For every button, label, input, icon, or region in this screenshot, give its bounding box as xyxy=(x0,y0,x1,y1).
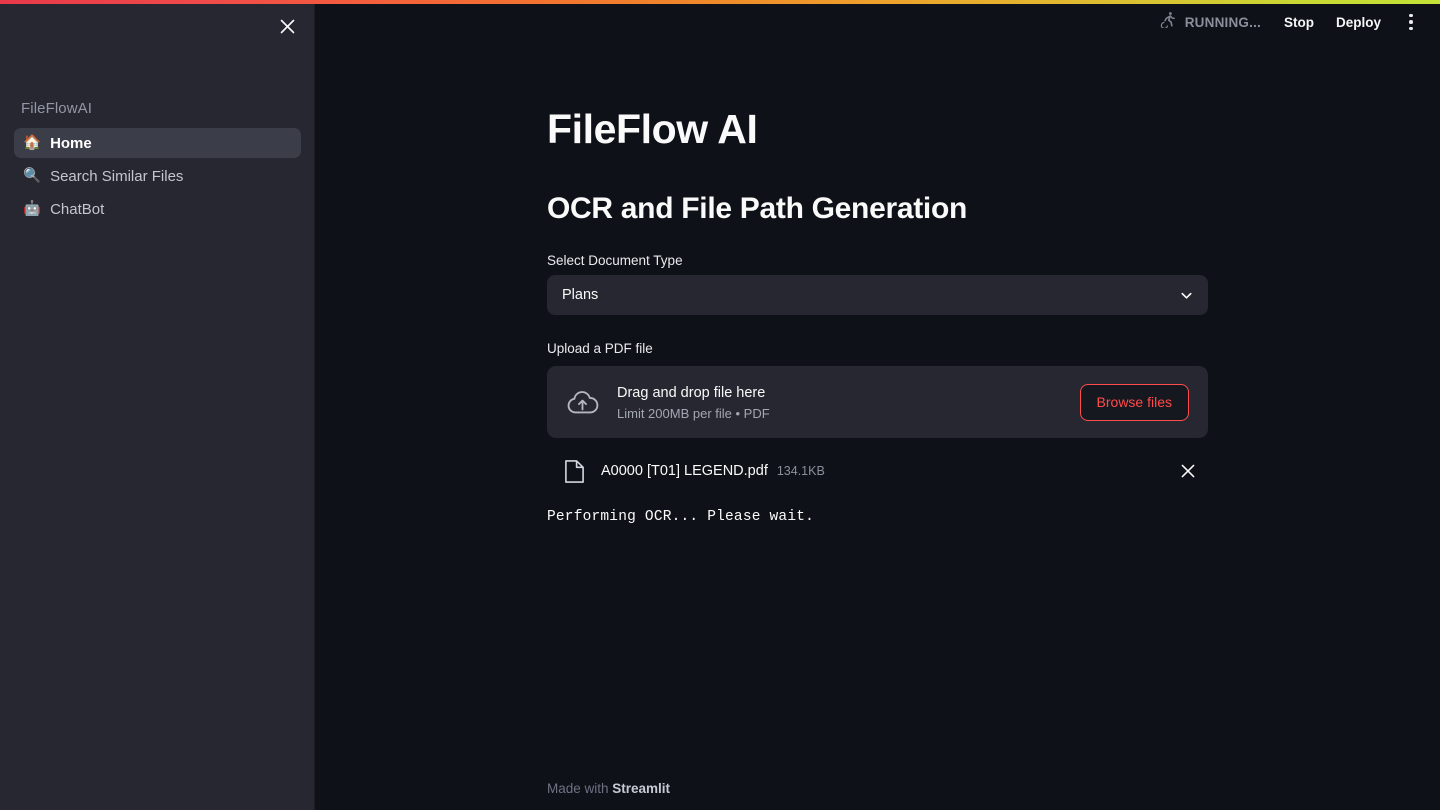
footer-streamlit-link[interactable]: Streamlit xyxy=(612,781,670,796)
sidebar-close-icon[interactable] xyxy=(272,11,302,41)
uploaded-file-name: A0000 [T01] LEGEND.pdf xyxy=(601,463,768,480)
page-title: FileFlow AI xyxy=(547,106,758,152)
sidebar-brand-label: FileFlowAI xyxy=(21,100,93,117)
dot xyxy=(1409,20,1413,24)
sidebar-item-search-similar-files[interactable]: 🔍 Search Similar Files xyxy=(14,161,301,191)
uploader-drag-text: Drag and drop file here xyxy=(617,384,766,401)
content-column: FileFlow AI OCR and File Path Generation… xyxy=(547,0,1208,525)
dot xyxy=(1409,26,1413,31)
remove-file-close-icon[interactable] xyxy=(1172,455,1204,487)
document-icon xyxy=(564,459,585,484)
ocr-status-message: Performing OCR... Please wait. xyxy=(547,509,815,526)
app-top-gradient-bar xyxy=(0,0,1440,4)
sidebar: FileFlowAI 🏠 Home 🔍 Search Similar Files… xyxy=(0,0,315,810)
footer-made-with-streamlit: Made with Streamlit xyxy=(547,781,670,796)
sidebar-item-label: Search Similar Files xyxy=(50,167,184,185)
deploy-button[interactable]: Deploy xyxy=(1325,7,1392,37)
sidebar-item-label: ChatBot xyxy=(50,200,105,218)
doc-type-select[interactable]: Plans xyxy=(547,275,1208,316)
three-dots-vertical-icon[interactable] xyxy=(1396,7,1426,37)
doc-type-selected-value: Plans xyxy=(562,287,599,304)
app-toolbar: RUNNING... Stop Deploy xyxy=(1154,0,1440,44)
file-uploader-dropzone[interactable]: Drag and drop file here Limit 200MB per … xyxy=(547,366,1208,439)
section-heading: OCR and File Path Generation xyxy=(547,192,967,226)
doc-type-label: Select Document Type xyxy=(547,253,683,269)
sidebar-nav: 🏠 Home 🔍 Search Similar Files 🤖 ChatBot xyxy=(14,128,301,227)
magnifying-glass-icon: 🔍 xyxy=(23,167,42,184)
robot-icon: 🤖 xyxy=(23,200,42,217)
sidebar-item-home[interactable]: 🏠 Home xyxy=(14,128,301,158)
footer-prefix: Made with xyxy=(547,781,613,796)
browse-files-button[interactable]: Browse files xyxy=(1079,383,1189,421)
status-badge: RUNNING... xyxy=(1154,7,1273,37)
sidebar-item-label: Home xyxy=(50,134,92,152)
dot xyxy=(1409,13,1413,18)
uploader-instructions: Drag and drop file here Limit 200MB per … xyxy=(617,384,1080,421)
uploader-limit-text: Limit 200MB per file • PDF xyxy=(617,405,770,421)
running-man-icon xyxy=(1160,11,1177,33)
uploaded-file-row: A0000 [T01] LEGEND.pdf 134.1KB xyxy=(547,452,1208,490)
status-label: RUNNING... xyxy=(1184,14,1261,30)
stop-button[interactable]: Stop xyxy=(1273,7,1325,37)
sidebar-item-chatbot[interactable]: 🤖 ChatBot xyxy=(14,194,301,224)
cloud-upload-icon xyxy=(566,389,599,416)
uploaded-file-size: 134.1KB xyxy=(776,464,825,479)
house-icon: 🏠 xyxy=(23,134,42,151)
chevron-down-icon xyxy=(1179,288,1194,303)
uploader-label: Upload a PDF file xyxy=(547,341,653,357)
main-content-area: RUNNING... Stop Deploy FileFlow AI OCR a… xyxy=(315,0,1440,810)
